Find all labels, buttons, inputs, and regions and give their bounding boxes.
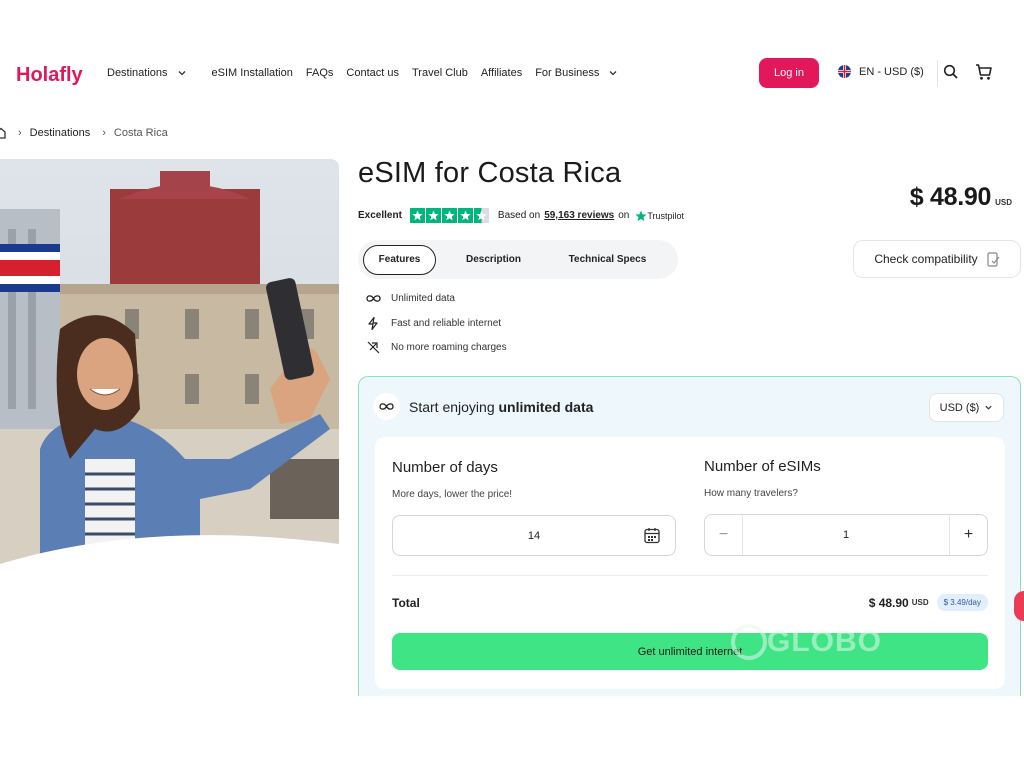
header-divider (937, 60, 938, 86)
currency-value: USD ($) (939, 401, 980, 414)
star-icon (409, 208, 425, 223)
breadcrumb-current: Costa Rica (113, 127, 168, 139)
increment-button[interactable]: + (949, 515, 987, 555)
page-title: eSIM for Costa Rica (358, 157, 622, 189)
star-icon (457, 208, 473, 223)
price-currency: USD (995, 198, 1012, 207)
uk-flag-icon (838, 65, 851, 78)
total-currency: USD (911, 598, 929, 607)
rating-word: Excellent (358, 210, 402, 221)
rating-stars (409, 208, 490, 223)
feature-text: Unlimited data (391, 293, 455, 304)
feature-item: Fast and reliable internet (365, 317, 501, 330)
infinity-icon (373, 393, 400, 420)
plan-card: Start enjoying unlimited data USD ($) Nu… (358, 376, 1021, 696)
nav-for-business[interactable]: For Business (535, 67, 618, 79)
plan-options: Number of days More days, lower the pric… (375, 437, 1005, 689)
star-icon (425, 208, 441, 223)
feature-text: No more roaming charges (391, 342, 507, 353)
tab-description[interactable]: Description (436, 245, 551, 275)
nav-affiliates[interactable]: Affiliates (481, 67, 522, 79)
no-roaming-icon (365, 341, 381, 354)
nav-label: Affiliates (480, 67, 523, 79)
nav-label: Destinations (107, 67, 168, 79)
chat-widget-button[interactable] (1014, 591, 1024, 621)
language-selector[interactable]: EN - USD ($) (838, 65, 924, 78)
nav-esim-installation[interactable]: eSIM Installation (212, 67, 293, 79)
logo-text: Holafly (16, 64, 84, 86)
trustpilot-star-icon (635, 210, 647, 221)
per-day-badge: $ 3.49/day (936, 594, 988, 611)
search-icon[interactable] (943, 64, 959, 85)
tab-features[interactable]: Features (363, 244, 436, 275)
rating-based-on: Based on (497, 210, 541, 221)
nav-travel-club[interactable]: Travel Club (412, 67, 468, 79)
tab-technical-specs[interactable]: Technical Specs (551, 245, 664, 275)
product-price: $ 48.90 USD (910, 183, 1012, 212)
hero-image (0, 159, 339, 577)
nav-label: eSIM Installation (211, 67, 293, 79)
nav-label: For Business (535, 67, 600, 79)
plan-heading-bold: unlimited data (498, 398, 594, 415)
divider (392, 575, 988, 576)
login-button[interactable]: Log in (759, 58, 819, 88)
days-label: Number of days (392, 459, 498, 476)
trustpilot-rating: Excellent Based on 59,163 reviews on Tru… (358, 208, 684, 223)
esims-hint: How many travelers? (704, 488, 798, 499)
nav-label: Contact us (346, 67, 399, 79)
main-nav: Destinations eSIM Installation FAQs Cont… (107, 64, 631, 82)
plan-heading-prefix: Start enjoying (409, 398, 495, 415)
home-icon[interactable] (0, 127, 6, 139)
feature-item: No more roaming charges (365, 341, 507, 354)
nav-label: FAQs (305, 67, 334, 79)
nav-destinations[interactable]: Destinations (107, 67, 187, 79)
get-unlimited-internet-button[interactable]: Get unlimited internet (392, 633, 988, 670)
chevron-down-icon (178, 71, 186, 76)
total-amount: $ 48.90 (868, 595, 909, 610)
feature-text: Fast and reliable internet (391, 318, 502, 329)
half-star-icon (473, 208, 489, 223)
nav-label: Travel Club (411, 67, 468, 79)
decrement-button[interactable]: − (705, 515, 743, 555)
product-tabs: Features Description Technical Specs (358, 240, 678, 279)
star-icon (441, 208, 457, 223)
chevron-down-icon (985, 405, 992, 410)
breadcrumb: › Destinations › Costa Rica (0, 127, 168, 139)
cart-icon[interactable] (975, 63, 993, 86)
esims-label: Number of eSIMs (704, 458, 821, 475)
plan-heading-text: Start enjoying unlimited data (409, 399, 593, 415)
breadcrumb-separator: › (18, 127, 22, 139)
days-input[interactable]: 14 (392, 515, 676, 556)
breadcrumb-destinations[interactable]: Destinations (30, 127, 91, 139)
check-compatibility-label: Check compatibility (874, 252, 978, 266)
nav-contact-us[interactable]: Contact us (346, 67, 399, 79)
chevron-down-icon (609, 71, 617, 76)
holafly-logo[interactable]: Holafly (16, 60, 90, 88)
total-price: $ 48.90 USD $ 3.49/day (869, 594, 988, 611)
days-value: 14 (527, 529, 541, 542)
reviews-link[interactable]: 59,163 reviews (544, 210, 614, 221)
rating-on: on (618, 210, 630, 221)
days-hint: More days, lower the price! (392, 489, 513, 500)
check-compatibility-button[interactable]: Check compatibility (853, 240, 1021, 278)
esims-value[interactable]: 1 (743, 515, 949, 555)
trustpilot-logo: Trustpilot (635, 210, 684, 222)
device-check-icon (987, 251, 1000, 267)
plan-heading: Start enjoying unlimited data (373, 393, 593, 420)
breadcrumb-separator: › (102, 127, 106, 139)
language-label: EN - USD ($) (859, 65, 924, 78)
trustpilot-label: Trustpilot (647, 210, 685, 221)
nav-faqs[interactable]: FAQs (306, 67, 334, 79)
total-label: Total (392, 596, 420, 610)
feature-item: Unlimited data (365, 293, 455, 304)
lightning-icon (365, 317, 381, 330)
price-amount: $ 48.90 (909, 183, 992, 211)
esims-stepper: − 1 + (704, 514, 988, 556)
calendar-icon[interactable] (644, 527, 660, 544)
infinity-icon (365, 294, 381, 303)
currency-select[interactable]: USD ($) (929, 393, 1004, 422)
